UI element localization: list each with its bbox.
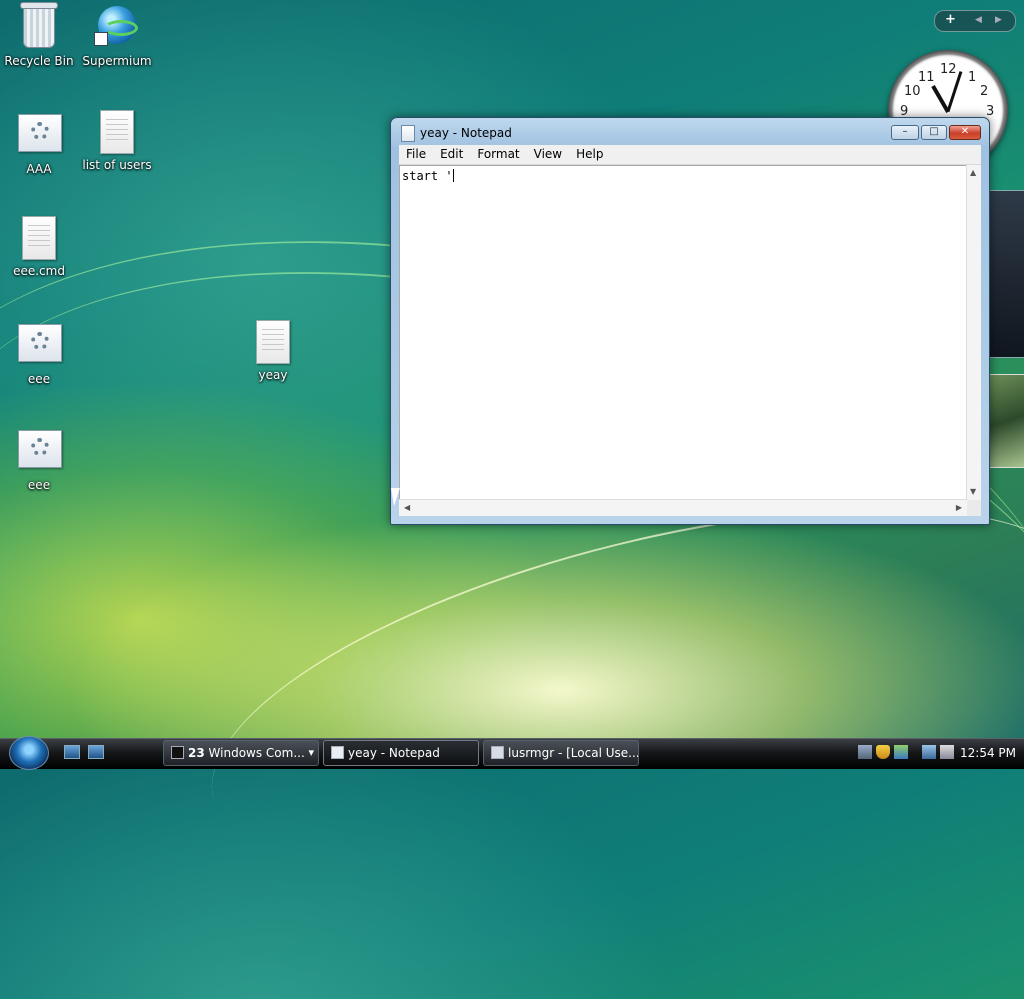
prev-gadget-button[interactable]: ◀ bbox=[975, 15, 982, 25]
show-desktop-icon[interactable] bbox=[64, 745, 80, 759]
taskbar-button-windows-command[interactable]: 23 Windows Com... ▾ bbox=[163, 740, 319, 766]
desktop-icon-label: eee bbox=[27, 478, 51, 492]
window-titlebar[interactable]: yeay - Notepad – □ ✕ bbox=[391, 118, 989, 146]
resize-grip-icon[interactable] bbox=[967, 500, 981, 516]
editor-content: start ' bbox=[402, 169, 453, 183]
vertical-scrollbar[interactable]: ▲ ▼ bbox=[966, 165, 981, 500]
clock-numeral: 12 bbox=[940, 62, 957, 77]
menu-bar: File Edit Format View Help bbox=[399, 145, 981, 165]
text-caret bbox=[452, 169, 454, 182]
desktop-icon-aaa[interactable]: AAA bbox=[0, 110, 78, 176]
horizontal-scrollbar[interactable]: ◀ ▶ bbox=[399, 499, 967, 516]
desktop-icon-label: list of users bbox=[82, 158, 152, 172]
menu-view[interactable]: View bbox=[527, 145, 569, 163]
sidebar-controls: + ◀ ▶ bbox=[934, 10, 1016, 32]
scroll-down-arrow-icon[interactable]: ▼ bbox=[970, 487, 976, 496]
scroll-left-arrow-icon[interactable]: ◀ bbox=[404, 503, 410, 512]
menu-edit[interactable]: Edit bbox=[433, 145, 470, 163]
management-console-icon bbox=[491, 746, 504, 759]
windows-update-icon[interactable] bbox=[894, 745, 908, 759]
command-prompt-icon bbox=[171, 746, 184, 759]
desktop-icon-supermium[interactable]: Supermium bbox=[78, 4, 156, 68]
scroll-right-arrow-icon[interactable]: ▶ bbox=[956, 503, 962, 512]
recycle-bin-icon bbox=[20, 2, 58, 48]
clock-numeral: 10 bbox=[904, 84, 921, 99]
scroll-up-arrow-icon[interactable]: ▲ bbox=[970, 168, 976, 177]
start-button[interactable] bbox=[9, 736, 49, 770]
minimize-button[interactable]: – bbox=[891, 125, 919, 140]
desktop-icon-label: eee.cmd bbox=[13, 264, 65, 278]
desktop-icon-recycle-bin[interactable]: Recycle Bin bbox=[0, 2, 78, 68]
add-gadget-button[interactable]: + bbox=[945, 12, 956, 27]
notepad-icon bbox=[331, 746, 344, 759]
desktop-icon-list-of-users[interactable]: list of users bbox=[78, 110, 156, 172]
clock-numeral: 1 bbox=[968, 70, 977, 85]
clock-numeral: 3 bbox=[986, 104, 995, 119]
script-file-icon bbox=[18, 430, 62, 468]
window-title: yeay - Notepad bbox=[420, 126, 512, 140]
notepad-icon bbox=[401, 125, 415, 142]
script-file-icon bbox=[18, 324, 62, 362]
taskbar-group-count: 23 bbox=[188, 746, 205, 760]
maximize-button[interactable]: □ bbox=[921, 125, 947, 140]
volume-muted-icon[interactable] bbox=[940, 745, 954, 759]
taskbar-button-notepad[interactable]: yeay - Notepad bbox=[323, 740, 479, 766]
desktop-icon-eee-2[interactable]: eee bbox=[0, 426, 78, 492]
chevron-down-icon[interactable]: ▾ bbox=[308, 741, 314, 765]
script-file-icon bbox=[18, 114, 62, 152]
menu-file[interactable]: File bbox=[399, 145, 433, 163]
menu-format[interactable]: Format bbox=[470, 145, 526, 163]
taskbar-button-label: lusrmgr - [Local Use... bbox=[508, 746, 639, 760]
browser-icon bbox=[94, 6, 138, 46]
network-icon[interactable] bbox=[922, 745, 936, 759]
desktop-icon-label: yeay bbox=[258, 368, 288, 382]
sidebar-gadget-panel[interactable] bbox=[988, 190, 1024, 358]
desktop-icon-label: eee bbox=[27, 372, 51, 386]
system-clock[interactable]: 12:54 PM bbox=[960, 746, 1016, 760]
text-editor[interactable]: start ' bbox=[399, 165, 967, 500]
close-button[interactable]: ✕ bbox=[949, 125, 981, 140]
notepad-window[interactable]: yeay - Notepad – □ ✕ File Edit Format View H… bbox=[390, 117, 990, 525]
taskbar-button-lusrmgr[interactable]: lusrmgr - [Local Use... bbox=[483, 740, 639, 766]
security-shield-icon[interactable] bbox=[876, 745, 890, 759]
taskbar-button-label: Windows Com... bbox=[208, 746, 305, 760]
desktop-icon-eee[interactable]: eee bbox=[0, 320, 78, 386]
next-gadget-button[interactable]: ▶ bbox=[995, 15, 1002, 25]
safely-remove-hardware-icon[interactable] bbox=[858, 745, 872, 759]
desktop-icon-label: AAA bbox=[26, 162, 52, 176]
text-file-icon bbox=[100, 110, 134, 154]
menu-help[interactable]: Help bbox=[569, 145, 610, 163]
text-file-icon bbox=[22, 216, 56, 260]
clock-numeral: 2 bbox=[980, 84, 989, 99]
taskbar-button-label: yeay - Notepad bbox=[348, 746, 440, 760]
text-file-icon bbox=[256, 320, 290, 364]
clock-numeral: 11 bbox=[918, 70, 935, 85]
clock-minute-hand bbox=[946, 71, 963, 112]
desktop-icon-label: Recycle Bin bbox=[4, 54, 74, 68]
desktop-icon-yeay[interactable]: yeay bbox=[234, 320, 312, 382]
desktop-icon-label: Supermium bbox=[82, 54, 152, 68]
slideshow-gadget[interactable] bbox=[988, 374, 1024, 468]
switch-windows-icon[interactable] bbox=[88, 745, 104, 759]
desktop-icon-eee-cmd[interactable]: eee.cmd bbox=[0, 216, 78, 278]
